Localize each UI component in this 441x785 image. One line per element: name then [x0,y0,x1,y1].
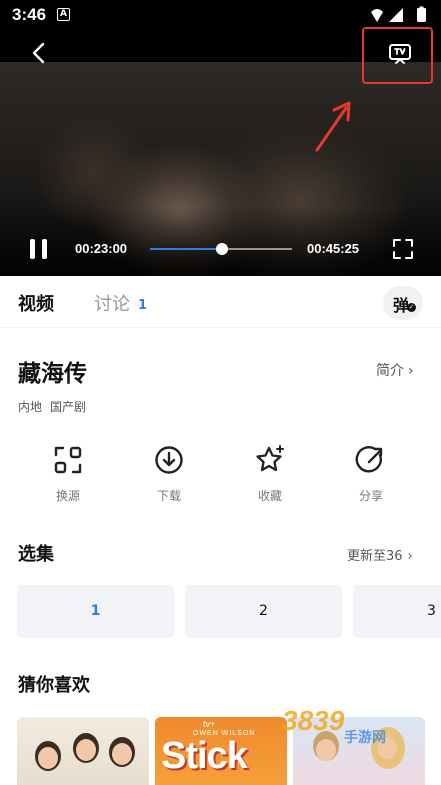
favorite-label: 收藏 [257,489,282,503]
danmu-icon: 弹 [393,296,410,315]
progress-slider[interactable] [150,243,292,255]
tag-genre: 国产剧 [50,400,87,414]
share-button[interactable]: 分享 [341,444,401,508]
tab-video[interactable]: 视频 [18,290,54,316]
poster-title: Stick [161,735,248,777]
episode-list: 1 2 3 [17,585,441,639]
download-label: 下载 [156,489,181,503]
episode-item-2[interactable]: 2 [185,585,342,638]
wifi-icon [371,9,383,22]
action-bar: 换源 下载 收藏 分享 [0,444,441,508]
content-tabs: 视频 讨论 1 [0,276,441,328]
watermark-text: 手游网 [344,730,386,746]
pause-icon [30,239,35,259]
signal-icon [389,8,403,22]
watermark-logo: 3839 [282,705,345,736]
danmu-toggle-button[interactable]: 弹 ✓ [383,286,423,320]
fullscreen-button[interactable] [391,237,415,261]
episode-item-3[interactable]: 3 [353,585,441,638]
fullscreen-icon [393,239,413,259]
share-label: 分享 [358,489,383,503]
tag-region: 内地 [18,400,43,414]
cast-tv-icon [389,44,411,64]
status-time: 3:46 [12,5,47,24]
favorite-button[interactable]: 收藏 [240,444,300,508]
switch-source-icon [54,446,82,474]
site-watermark: 3839 手游网 [282,705,432,753]
video-player[interactable]: 3:46 A 00:23:00 00:45:25 [0,0,441,276]
recommend-poster[interactable] [17,717,149,785]
current-time: 00:23:00 [75,241,128,256]
episodes-update-label: 更新至36 [347,549,403,564]
status-bar: 3:46 A [0,0,441,30]
favorite-star-icon [256,445,284,472]
progress-fill [150,248,223,250]
download-button[interactable]: 下载 [139,444,199,508]
back-icon [32,42,45,64]
episode-item-1[interactable]: 1 [17,585,174,638]
recommend-poster[interactable]: tv+ OWEN WILSON Stick [155,717,287,785]
tab-discussion[interactable]: 讨论 [94,290,130,316]
chevron-right-icon: › [408,363,414,379]
episodes-update-link[interactable]: 更新至36 › [347,545,413,564]
danmu-check-icon: ✓ [407,303,416,312]
poster-brand: tv+ [203,719,216,729]
download-icon [155,446,183,474]
back-button[interactable] [24,38,54,68]
recommend-title: 猜你喜欢 [18,675,90,696]
cast-tv-button[interactable] [362,27,433,84]
episodes-title: 选集 [18,544,54,565]
app-indicator-icon: A [57,8,70,21]
switch-source-button[interactable]: 换源 [38,444,98,508]
progress-thumb[interactable] [216,243,229,255]
share-icon [355,446,383,473]
show-title: 藏海传 [18,361,87,387]
chevron-right-icon: › [407,549,413,564]
player-controls: 00:23:00 00:45:25 [0,232,441,266]
discussion-count-badge: 1 [138,298,148,313]
total-time: 00:45:25 [307,241,360,256]
show-tags: 内地 国产剧 [18,398,94,415]
battery-icon [417,8,426,22]
switch-source-label: 换源 [55,489,80,503]
pause-button[interactable] [27,237,51,261]
annotation-arrow-icon [315,101,351,152]
intro-link[interactable]: 简介 › [376,360,414,380]
status-icons [371,6,426,22]
intro-label: 简介 [376,363,404,379]
